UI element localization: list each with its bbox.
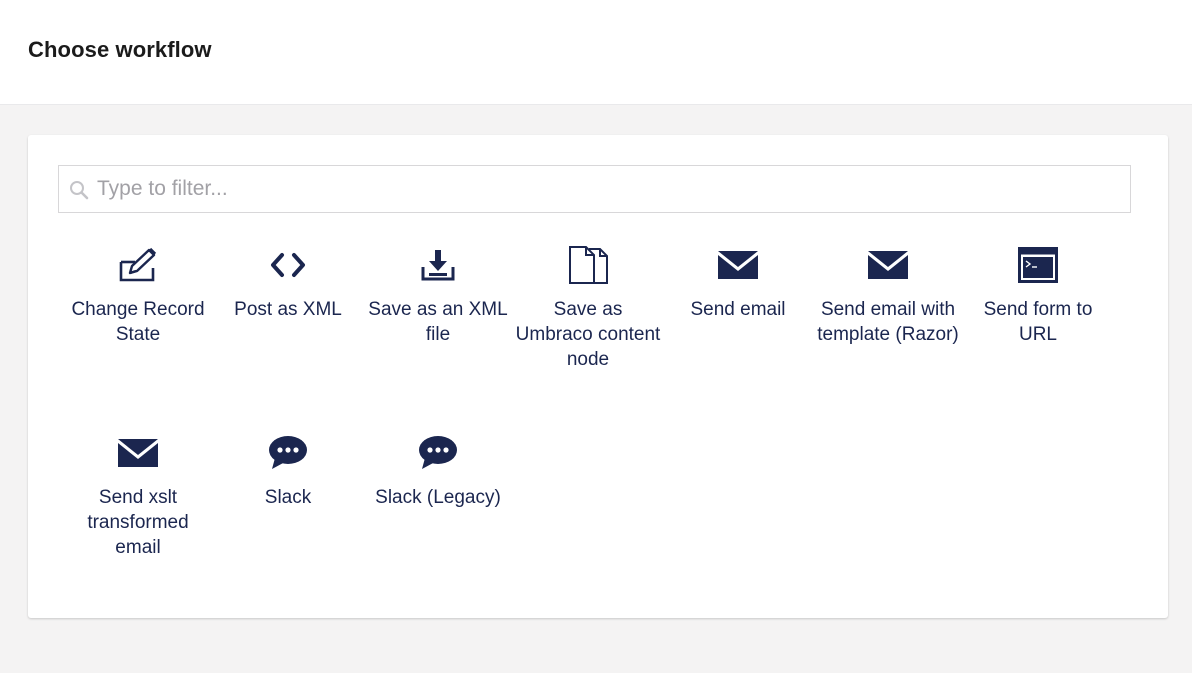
- workflow-grid: Change Record State Post as XML Save as …: [63, 243, 1143, 619]
- workflow-label: Slack (Legacy): [375, 487, 501, 508]
- chat-icon: [269, 436, 307, 469]
- envelope-icon: [718, 251, 758, 279]
- workflow-post-as-xml[interactable]: Post as XML: [213, 243, 363, 431]
- workflow-slack-legacy[interactable]: Slack (Legacy): [363, 431, 513, 619]
- filter-input[interactable]: [97, 174, 1117, 204]
- workflow-send-xslt-transformed-email[interactable]: Send xslt transformed email: [63, 431, 213, 619]
- chat-icon: [419, 436, 457, 469]
- workflow-send-email[interactable]: Send email: [663, 243, 813, 431]
- workflow-send-form-to-url[interactable]: Send form to URL: [963, 243, 1113, 431]
- page-title: Choose workflow: [28, 37, 212, 62]
- workflow-label: Send email with template (Razor): [817, 299, 959, 345]
- workflow-label: Slack: [264, 487, 312, 508]
- workflow-label: Change Record State: [71, 299, 205, 345]
- workflow-change-record-state[interactable]: Change Record State: [63, 243, 213, 431]
- edit-icon: [119, 247, 157, 282]
- workflow-label: Save as an XML file: [368, 299, 508, 345]
- workflow-label: Send email: [690, 299, 786, 320]
- header: Choose workflow: [0, 0, 1192, 105]
- workflow-send-email-with-template[interactable]: Send email with template (Razor): [813, 243, 963, 431]
- envelope-icon: [118, 439, 158, 467]
- workflow-save-as-umbraco-content-node[interactable]: Save as Umbraco content node: [513, 243, 663, 431]
- workflow-save-as-xml-file[interactable]: Save as an XML file: [363, 243, 513, 431]
- workflow-slack[interactable]: Slack: [213, 431, 363, 619]
- workflow-label: Post as XML: [234, 299, 342, 320]
- workflow-label: Send form to URL: [983, 299, 1093, 345]
- documents-icon: [569, 246, 608, 284]
- download-icon: [421, 250, 455, 281]
- code-icon: [271, 253, 305, 277]
- workflow-label: Save as Umbraco content node: [515, 299, 661, 370]
- search-icon: [70, 181, 89, 200]
- filter-box: [58, 165, 1131, 213]
- workflow-panel: Change Record State Post as XML Save: [28, 135, 1168, 618]
- terminal-icon: [1018, 247, 1058, 283]
- envelope-icon: [868, 251, 908, 279]
- workflow-label: Send xslt transformed email: [87, 487, 189, 558]
